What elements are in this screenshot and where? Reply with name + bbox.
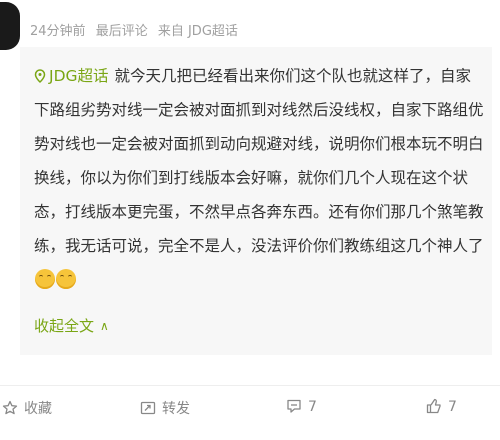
smile-emoji-icon [56,269,76,289]
comment-icon [287,399,301,413]
action-bar: 收藏 转发 7 7 [0,385,500,432]
post-meta: 24分钟前 最后评论 来自 JDG超话 [30,20,244,39]
collapse-button[interactable]: 收起全文 ∧ [34,315,109,336]
comment-count: 7 [308,399,317,415]
post-body: JDG超话 就今天几把已经看出来你们这个队也就这样了，自家下路组劣势对线一定会被对… [34,59,486,297]
repost-icon [140,401,156,415]
location-pin-icon [34,69,46,84]
favorite-button[interactable]: 收藏 [2,398,52,418]
thumbs-up-icon [426,398,441,414]
smile-emoji-icon [35,269,55,289]
favorite-label: 收藏 [24,401,52,417]
topic-label: JDG超话 [49,67,109,85]
post-card: JDG超话 就今天几把已经看出来你们这个队也就这样了，自家下路组劣势对线一定会被对… [20,47,492,355]
avatar[interactable] [0,2,20,50]
post-source[interactable]: 来自 JDG超话 [158,24,238,39]
topic-tag[interactable]: JDG超话 [34,67,109,85]
last-comment-label: 最后评论 [95,24,148,39]
repost-label: 转发 [162,401,190,417]
comment-button[interactable]: 7 [286,398,317,415]
repost-button[interactable]: 转发 [140,398,190,418]
chevron-up-icon: ∧ [100,319,109,333]
like-button[interactable]: 7 [426,398,457,415]
collapse-label: 收起全文 [34,317,95,335]
star-icon [2,400,18,415]
like-count: 7 [448,399,457,415]
post-time: 24分钟前 [30,24,86,39]
